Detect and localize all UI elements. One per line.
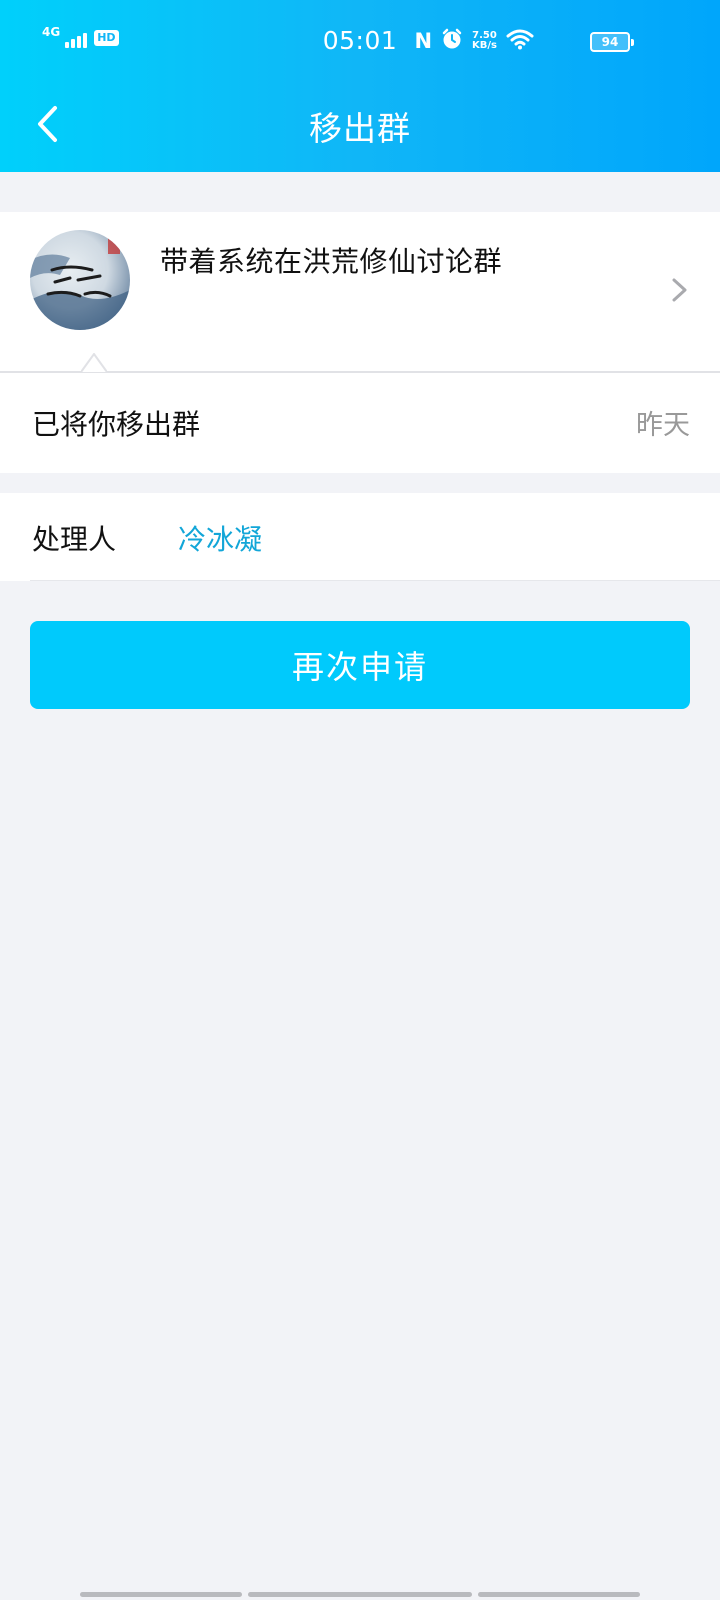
removal-notice: 已将你移出群 昨天 [0,373,720,473]
nav-indicator-center [248,1592,472,1597]
status-icons: N 7.50 KB/s [414,26,534,56]
network-speed-unit: KB/s [472,40,497,51]
divider [30,580,720,581]
status-bar: 4G HD 05:01 N 7.50 KB/s 94 [0,0,720,84]
chevron-right-icon [672,278,687,302]
handler-label: 处理人 [32,523,117,556]
alarm-icon [441,28,463,54]
wifi-icon [506,28,534,54]
notice-time: 昨天 [636,410,690,441]
battery-icon: 94 [590,32,634,52]
network-speed: 7.50 KB/s [472,31,497,51]
nav-bar: 移出群 [0,84,720,172]
group-name: 带着系统在洪荒修仙讨论群 [160,245,503,278]
app-header: 4G HD 05:01 N 7.50 KB/s 94 移出群 [0,0,720,172]
notice-text: 已将你移出群 [32,408,201,441]
handler-row: 处理人 冷冰凝 [0,493,720,581]
battery-level: 94 [601,35,619,49]
group-info-card[interactable]: 带着系统在洪荒修仙讨论群 [0,212,720,372]
group-avatar[interactable] [30,230,130,330]
pointer-notch [81,353,107,373]
handler-name-link[interactable]: 冷冰凝 [178,518,262,558]
nfc-icon: N [414,29,433,53]
nav-indicator-right [478,1592,640,1597]
nav-indicator-left [80,1592,242,1597]
page-title: 移出群 [309,109,411,148]
reapply-button[interactable]: 再次申请 [30,621,690,709]
